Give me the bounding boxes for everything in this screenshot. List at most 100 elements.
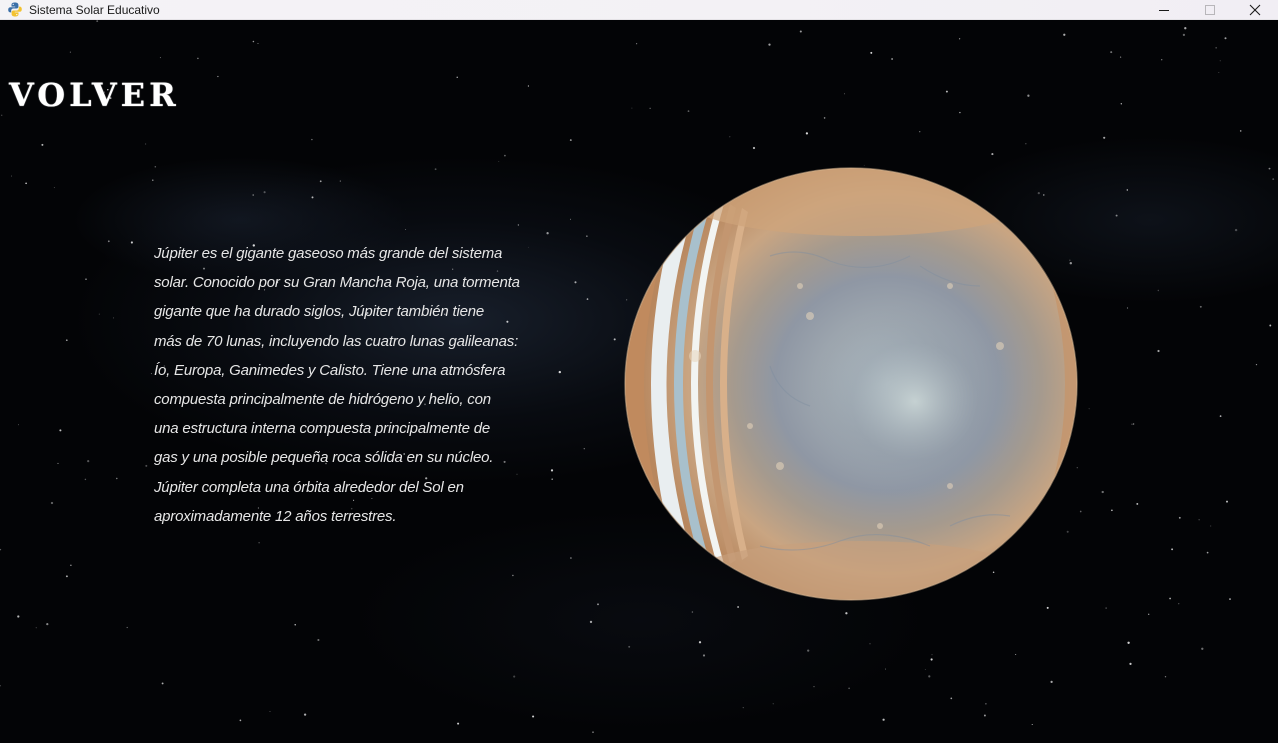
star: [772, 703, 774, 705]
star: [1164, 676, 1167, 678]
star: [1210, 525, 1212, 527]
star: [805, 132, 809, 135]
star: [1131, 423, 1133, 425]
star: [258, 542, 260, 544]
star: [197, 57, 199, 60]
maximize-button[interactable]: [1187, 0, 1233, 20]
star: [11, 175, 12, 177]
star: [1219, 415, 1222, 417]
star: [57, 462, 59, 464]
star: [513, 675, 516, 678]
jupiter-planet-image: [624, 167, 1078, 601]
star: [1126, 307, 1129, 309]
star: [1272, 178, 1275, 181]
star: [311, 138, 313, 141]
star: [50, 501, 54, 505]
star: [958, 38, 961, 40]
star: [405, 229, 407, 231]
star: [702, 654, 706, 657]
star: [0, 114, 3, 117]
star: [41, 143, 44, 146]
star: [945, 90, 948, 93]
star: [1198, 519, 1200, 521]
star: [597, 603, 599, 606]
title-bar[interactable]: Sistema Solar Educativo: [0, 0, 1278, 20]
star: [457, 722, 460, 725]
planet-detail-scene: VOLVER Júpiter es el gigante gaseoso más…: [0, 20, 1278, 743]
star: [65, 339, 68, 342]
star: [339, 180, 341, 182]
star: [848, 687, 850, 690]
star: [434, 168, 437, 171]
star: [1127, 641, 1130, 644]
star: [498, 160, 500, 162]
star: [1132, 423, 1135, 425]
star: [1201, 647, 1204, 650]
star: [17, 615, 20, 618]
star: [317, 638, 320, 642]
star: [532, 715, 535, 718]
star: [687, 110, 690, 112]
star: [25, 182, 27, 185]
app-window: Sistema Solar Educativo VOLVER Júpiter e…: [0, 0, 1278, 743]
star: [145, 464, 148, 467]
star: [96, 20, 99, 22]
star: [1046, 606, 1049, 609]
star: [303, 713, 307, 716]
star: [546, 232, 549, 235]
star: [263, 191, 266, 194]
star: [1239, 130, 1242, 132]
star: [504, 154, 506, 157]
star: [69, 51, 71, 53]
star: [1226, 500, 1228, 503]
star: [1050, 680, 1053, 684]
star: [46, 623, 49, 626]
star: [691, 611, 694, 613]
star: [85, 278, 87, 280]
star: [113, 317, 115, 319]
star: [159, 57, 161, 59]
star: [1255, 363, 1258, 366]
star: [931, 654, 933, 656]
star: [456, 76, 458, 78]
star: [1161, 59, 1163, 61]
back-button[interactable]: VOLVER: [9, 75, 180, 115]
star: [1105, 607, 1107, 609]
star: [18, 424, 19, 426]
minimize-icon: [1159, 10, 1169, 11]
star: [1215, 47, 1217, 49]
star: [813, 686, 815, 688]
star: [294, 624, 296, 626]
star: [1218, 71, 1220, 74]
star: [1119, 56, 1122, 58]
star: [70, 564, 72, 566]
star: [930, 658, 933, 661]
star: [1148, 613, 1150, 615]
star: [752, 146, 756, 150]
star: [569, 557, 572, 559]
star: [1229, 598, 1231, 601]
star: [0, 548, 2, 551]
star: [87, 460, 90, 463]
star: [1268, 167, 1271, 170]
minimize-button[interactable]: [1141, 0, 1187, 20]
star: [845, 612, 848, 615]
star: [636, 43, 638, 45]
star: [1206, 551, 1209, 554]
star: [882, 718, 885, 721]
star: [35, 627, 37, 629]
star: [569, 139, 572, 142]
star: [252, 40, 255, 43]
star: [628, 645, 631, 648]
star: [919, 131, 921, 133]
star: [799, 30, 802, 33]
close-button[interactable]: [1232, 0, 1278, 20]
star: [649, 107, 651, 109]
star: [613, 338, 616, 341]
star: [1219, 60, 1221, 62]
maximize-icon: [1205, 5, 1215, 15]
star: [1015, 654, 1017, 655]
star: [1178, 603, 1180, 605]
star: [152, 179, 154, 181]
star: [924, 668, 926, 670]
